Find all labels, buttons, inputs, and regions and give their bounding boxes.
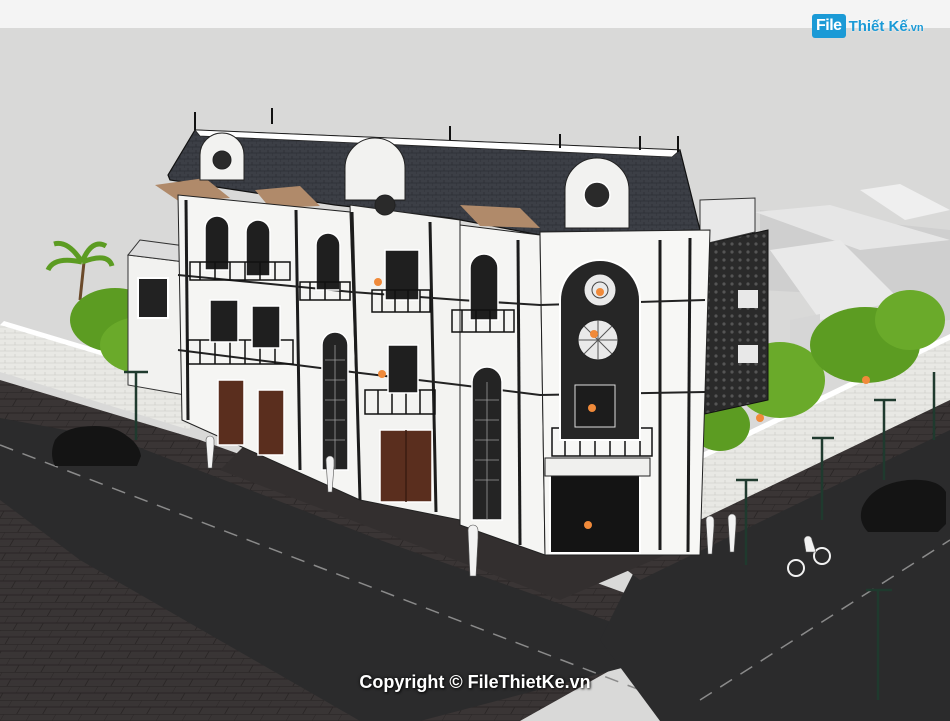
logo-tld: .vn (907, 21, 924, 34)
copyright-watermark: Copyright © FileThietKe.vn (359, 672, 591, 692)
logo-brand: Thiết Kế (848, 17, 908, 35)
render-canvas: File Thiết Kế.vn Copyright © FileThietKe… (0, 0, 950, 721)
logo-text: Thiết Kế.vn (849, 18, 924, 35)
villa-render-scene (0, 108, 950, 721)
logo-badge: File (812, 14, 846, 38)
filethietke-logo: File Thiết Kế.vn (812, 12, 924, 40)
